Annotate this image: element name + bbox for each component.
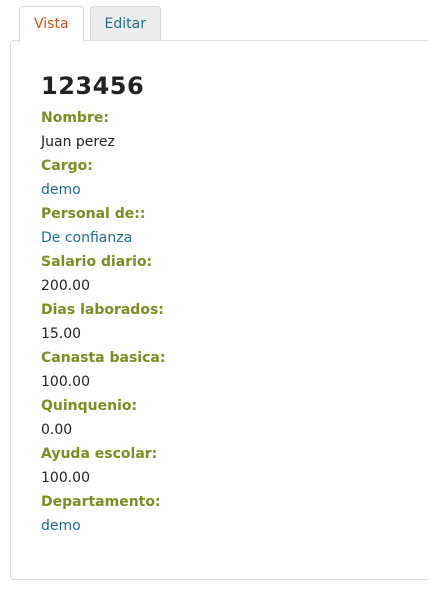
field-label-personal-de: Personal de:: (41, 206, 146, 222)
field-value-canasta-basica: 100.00 (41, 374, 90, 390)
field-value-quinquenio: 0.00 (41, 422, 73, 438)
field-label-canasta-basica: Canasta basica: (41, 350, 166, 366)
field-label-departamento: Departamento: (41, 494, 161, 510)
personal-de-link[interactable]: De confianza (41, 226, 411, 250)
departamento-link[interactable]: demo (41, 514, 411, 538)
tab-vista[interactable]: Vista (19, 6, 84, 42)
field-label-quinquenio: Quinquenio: (41, 398, 138, 414)
field-label-nombre: Nombre: (41, 110, 109, 126)
tab-bar: Vista Editar (19, 6, 161, 42)
field-label-salario-diario: Salario diario: (41, 254, 153, 270)
tab-editar[interactable]: Editar (89, 6, 161, 41)
field-label-ayuda-escolar: Ayuda escolar: (41, 446, 158, 462)
record-title: 123456 (41, 72, 145, 100)
field-label-dias-laborados: Dias laborados: (41, 302, 164, 318)
field-value-ayuda-escolar: 100.00 (41, 470, 90, 486)
field-label-cargo: Cargo: (41, 158, 93, 174)
field-value-dias-laborados: 15.00 (41, 326, 82, 342)
field-value-nombre: Juan perez (41, 134, 115, 150)
record-details: 123456 Nombre: Juan perez Cargo: demo Pe… (41, 70, 411, 538)
page: Vista Editar 123456 Nombre: Juan perez C… (0, 0, 428, 597)
field-value-salario-diario: 200.00 (41, 278, 90, 294)
cargo-link[interactable]: demo (41, 178, 411, 202)
